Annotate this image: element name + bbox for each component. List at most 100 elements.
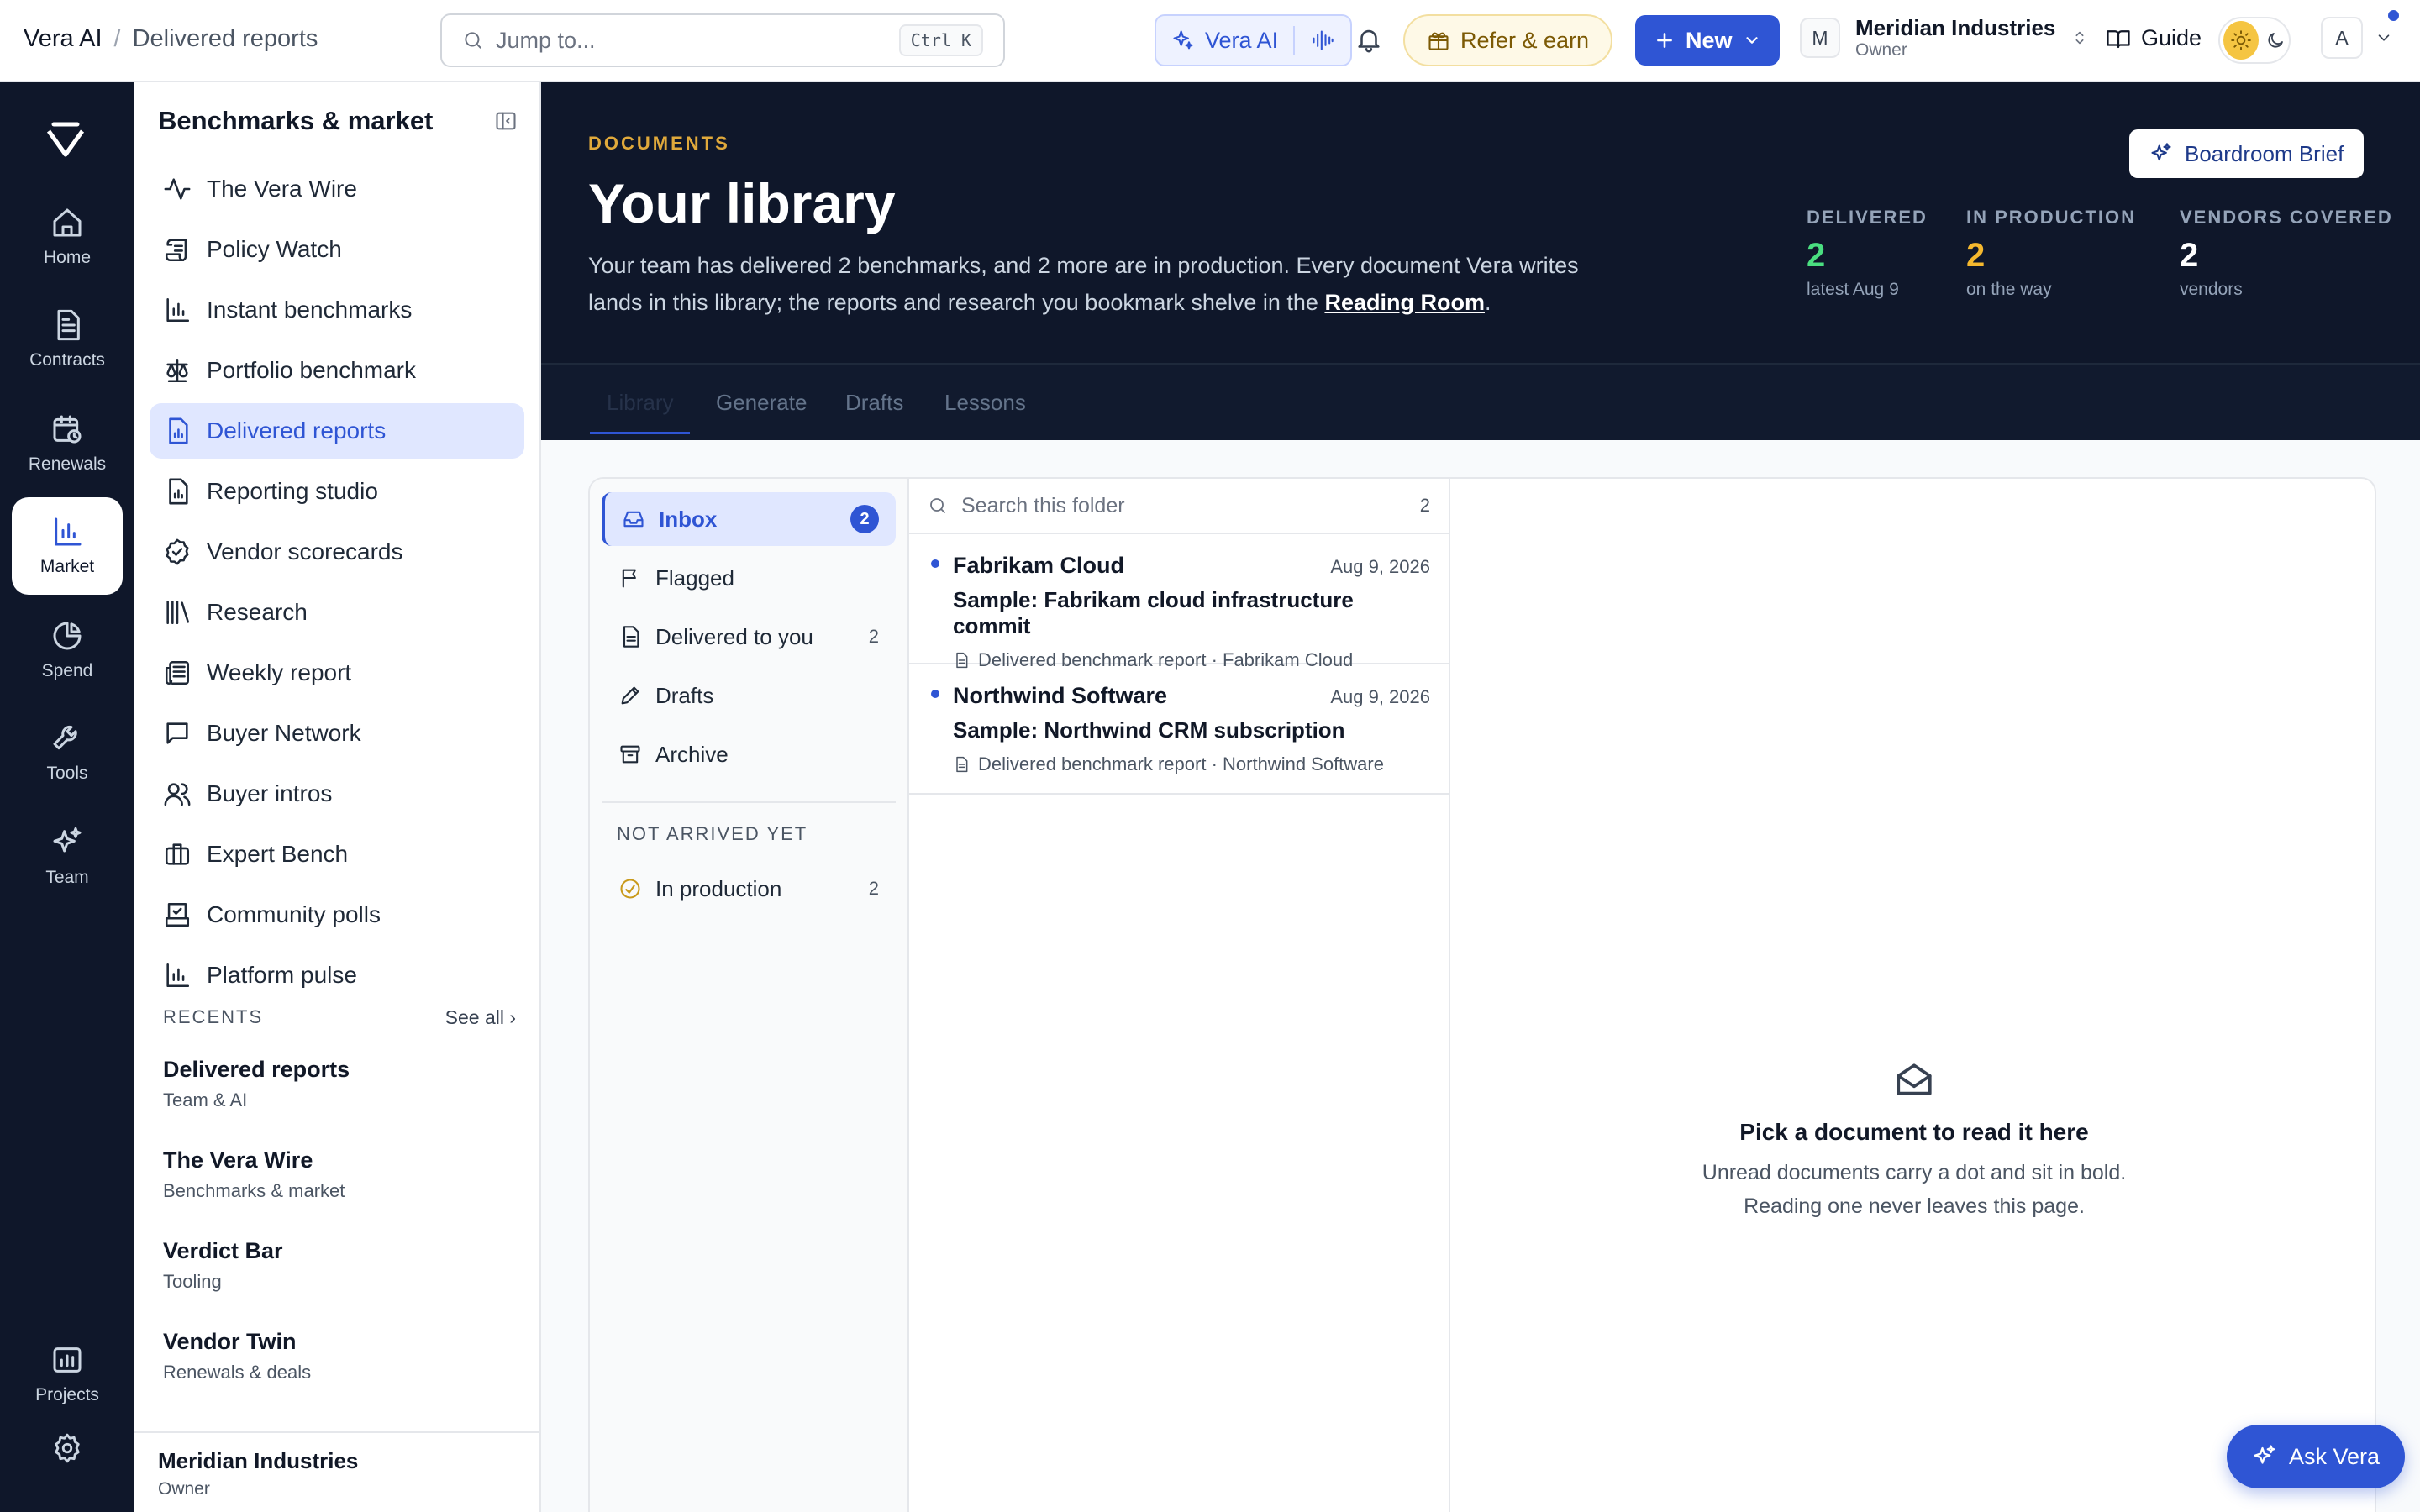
rail-home[interactable]: Home [12,188,123,286]
folder-chart-icon [50,1343,84,1377]
empty-line-2: Reading one never leaves this page. [1744,1194,2085,1218]
document-row[interactable]: Fabrikam Cloud Aug 9, 2026 Sample: Fabri… [909,534,1449,670]
new-button[interactable]: New [1635,15,1780,66]
jump-to-search[interactable]: Jump to... Ctrl K [440,13,1005,67]
sidebar-item-label: Delivered reports [207,417,387,444]
sidebar-item-policy-watch[interactable]: Policy Watch [150,222,524,277]
gear-icon [51,1432,83,1464]
briefcase-icon [163,840,192,869]
sidebar-item-buyer-intros[interactable]: Buyer intros [150,766,524,822]
rail-contracts[interactable]: Contracts [12,291,123,388]
pie-chart-icon [50,619,84,653]
folder-flagged[interactable]: Flagged [602,551,896,605]
sparkles-icon [2149,142,2173,165]
sidebar-item-label: Community polls [207,901,381,927]
recent-item[interactable]: The Vera Wire Benchmarks & market [163,1147,516,1202]
tab-library[interactable]: Library [589,390,692,434]
tab-generate[interactable]: Generate [716,390,807,416]
sidebar-item-community-polls[interactable]: Community polls [150,887,524,942]
sparkles-icon [2252,1444,2277,1469]
sidebar-item-reporting-studio[interactable]: Reporting studio [150,464,524,519]
recent-subtitle: Team & AI [163,1089,248,1110]
sidebar-item-label: Buyer intros [207,780,333,806]
boardroom-brief-button[interactable]: Boardroom Brief [2129,129,2365,178]
sidebar-item-platform-pulse[interactable]: Platform pulse [150,948,524,1003]
file-chart-icon [163,477,192,506]
empty-title: Pick a document to read it here [1739,1119,2089,1145]
sidebar-item-vera-wire[interactable]: The Vera Wire [150,161,524,217]
sidebar-title: Benchmarks & market [158,106,434,135]
rail-market[interactable]: Market [12,497,123,595]
reading-room-link[interactable]: Reading Room [1324,290,1485,315]
recent-item[interactable]: Delivered reports Team & AI [163,1057,516,1111]
sidebar-item-instant-benchmarks[interactable]: Instant benchmarks [150,282,524,338]
rail-spend[interactable]: Spend [12,601,123,699]
unread-badge: 2 [850,505,879,533]
user-menu[interactable]: A [2321,10,2399,59]
top-bar: Vera AI / Delivered reports Jump to... C… [0,0,2420,82]
refer-earn-button[interactable]: Refer & earn [1403,14,1613,66]
moon-icon[interactable] [2265,30,2286,50]
folder-drafts[interactable]: Drafts [602,669,896,722]
not-arrived-heading: NOT ARRIVED YET [617,823,808,844]
sun-icon[interactable] [2223,21,2259,60]
bar-chart-icon [163,961,192,990]
sparkles-icon [1171,29,1195,52]
org-role: Owner [1855,40,1907,60]
stat-key: IN PRODUCTION [1966,207,2136,228]
document-icon [50,308,84,342]
stat-key: DELIVERED [1807,207,1928,228]
vera-logo[interactable] [45,121,86,158]
collapse-sidebar-icon[interactable] [494,109,518,133]
sidebar-footer-org[interactable]: Meridian Industries Owner [134,1431,539,1512]
folder-label: Delivered to you [655,623,813,649]
folder-in-production[interactable]: In production 2 [602,862,896,916]
vera-ai-label: Vera AI [1205,27,1279,53]
doc-subject: Sample: Northwind CRM subscription [953,717,1345,743]
folder-inbox[interactable]: Inbox 2 [602,492,896,546]
theme-toggle[interactable] [2218,17,2291,64]
voice-waveform-icon[interactable] [1310,29,1335,52]
breadcrumb-app[interactable]: Vera AI [24,25,103,53]
sidebar-item-label: Research [207,599,308,625]
folder-label: In production [655,875,782,901]
folder-label: Flagged [655,564,734,591]
document-list: Search this folder 2 Fabrikam Cloud Aug … [909,479,1450,1512]
rail-tools[interactable]: Tools [12,704,123,801]
rail-renewals[interactable]: Renewals [12,395,123,492]
sidebar-item-portfolio-benchmark[interactable]: Portfolio benchmark [150,343,524,398]
rail-projects[interactable]: Projects [12,1326,123,1423]
vera-ai-button[interactable]: Vera AI [1155,14,1353,66]
sidebar-item-label: Weekly report [207,659,352,685]
library-content: Inbox 2 Flagged Delivered to you 2 Draft… [541,440,2420,1512]
org-switcher[interactable]: M Meridian Industries Owner [1800,15,2089,60]
stat-sub: latest Aug 9 [1807,280,1899,299]
sidebar-item-delivered-reports[interactable]: Delivered reports [150,403,524,459]
refer-label: Refer & earn [1460,27,1590,53]
rail-settings[interactable] [12,1416,123,1480]
sidebar-item-weekly-report[interactable]: Weekly report [150,645,524,701]
sidebar-item-research[interactable]: Research [150,585,524,640]
sidebar-item-vendor-scorecards[interactable]: Vendor scorecards [150,524,524,580]
rail-team[interactable]: Team [12,808,123,906]
see-all-link[interactable]: See all › [445,1006,516,1029]
guide-button[interactable]: Guide [2106,25,2202,51]
notification-dot [2388,10,2399,21]
folder-search-input[interactable]: Search this folder 2 [909,479,1449,534]
bell-icon[interactable] [1355,25,1383,54]
empty-line-1: Unread documents carry a dot and sit in … [1702,1161,2127,1184]
recent-item[interactable]: Verdict Bar Tooling [163,1238,516,1293]
pencil-icon [618,684,642,707]
folder-delivered-to-you[interactable]: Delivered to you 2 [602,610,896,664]
recent-item[interactable]: Vendor Twin Renewals & deals [163,1329,516,1383]
sidebar-item-buyer-network[interactable]: Buyer Network [150,706,524,761]
org-avatar: M [1800,18,1840,58]
page-description: Your team has delivered 2 benchmarks, an… [588,247,1597,321]
tab-drafts[interactable]: Drafts [845,390,903,416]
document-row[interactable]: Northwind Software Aug 9, 2026 Sample: N… [909,664,1449,795]
ask-vera-button[interactable]: Ask Vera [2227,1425,2406,1488]
rail-label: Team [45,868,89,887]
folder-archive[interactable]: Archive [602,727,896,781]
sidebar-item-expert-bench[interactable]: Expert Bench [150,827,524,882]
tab-lessons[interactable]: Lessons [944,390,1026,416]
